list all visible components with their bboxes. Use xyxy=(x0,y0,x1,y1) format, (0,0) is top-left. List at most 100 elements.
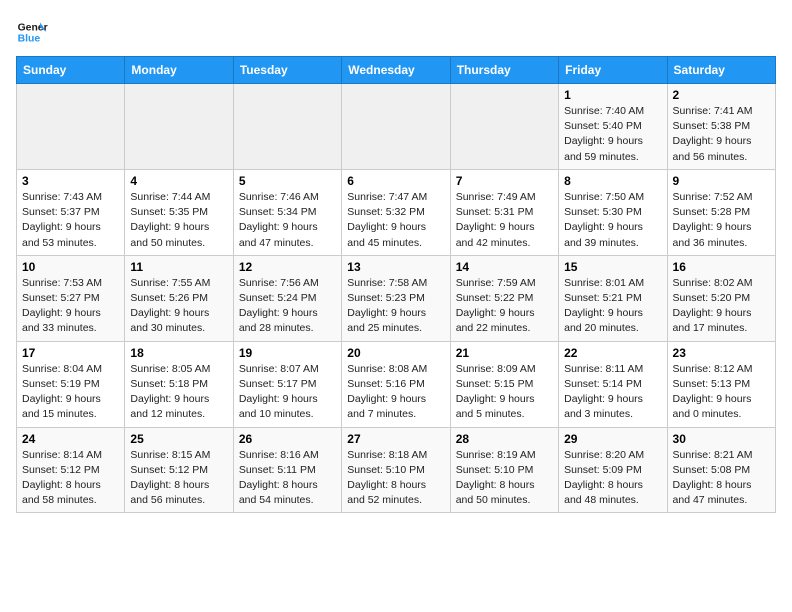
day-number: 8 xyxy=(564,174,661,188)
day-info: Sunrise: 7:59 AMSunset: 5:22 PMDaylight:… xyxy=(456,276,553,337)
day-info: Sunrise: 8:12 AMSunset: 5:13 PMDaylight:… xyxy=(673,362,770,423)
week-row-4: 24 Sunrise: 8:14 AMSunset: 5:12 PMDayligh… xyxy=(17,427,776,513)
day-cell: 14 Sunrise: 7:59 AMSunset: 5:22 PMDayligh… xyxy=(450,255,558,341)
day-cell: 22 Sunrise: 8:11 AMSunset: 5:14 PMDayligh… xyxy=(559,341,667,427)
day-cell xyxy=(342,84,450,170)
day-cell: 26 Sunrise: 8:16 AMSunset: 5:11 PMDayligh… xyxy=(233,427,341,513)
day-info: Sunrise: 7:41 AMSunset: 5:38 PMDaylight:… xyxy=(673,104,770,165)
day-info: Sunrise: 8:02 AMSunset: 5:20 PMDaylight:… xyxy=(673,276,770,337)
day-cell xyxy=(450,84,558,170)
col-header-thursday: Thursday xyxy=(450,57,558,84)
day-info: Sunrise: 8:08 AMSunset: 5:16 PMDaylight:… xyxy=(347,362,444,423)
day-cell: 8 Sunrise: 7:50 AMSunset: 5:30 PMDaylight… xyxy=(559,169,667,255)
page-header: General Blue xyxy=(16,16,776,48)
day-info: Sunrise: 8:01 AMSunset: 5:21 PMDaylight:… xyxy=(564,276,661,337)
day-cell: 2Sunrise: 7:41 AMSunset: 5:38 PMDaylight… xyxy=(667,84,775,170)
day-info: Sunrise: 8:18 AMSunset: 5:10 PMDaylight:… xyxy=(347,448,444,509)
day-info: Sunrise: 8:09 AMSunset: 5:15 PMDaylight:… xyxy=(456,362,553,423)
logo: General Blue xyxy=(16,16,48,48)
day-info: Sunrise: 7:40 AMSunset: 5:40 PMDaylight:… xyxy=(564,104,661,165)
day-cell xyxy=(17,84,125,170)
day-info: Sunrise: 8:14 AMSunset: 5:12 PMDaylight:… xyxy=(22,448,119,509)
day-number: 18 xyxy=(130,346,227,360)
day-cell: 5 Sunrise: 7:46 AMSunset: 5:34 PMDaylight… xyxy=(233,169,341,255)
day-number: 13 xyxy=(347,260,444,274)
day-number: 16 xyxy=(673,260,770,274)
day-info: Sunrise: 8:19 AMSunset: 5:10 PMDaylight:… xyxy=(456,448,553,509)
day-cell: 10Sunrise: 7:53 AMSunset: 5:27 PMDayligh… xyxy=(17,255,125,341)
day-number: 30 xyxy=(673,432,770,446)
day-cell: 6Sunrise: 7:47 AMSunset: 5:32 PMDaylight… xyxy=(342,169,450,255)
day-cell: 21Sunrise: 8:09 AMSunset: 5:15 PMDayligh… xyxy=(450,341,558,427)
day-cell: 29 Sunrise: 8:20 AMSunset: 5:09 PMDayligh… xyxy=(559,427,667,513)
day-cell: 19Sunrise: 8:07 AMSunset: 5:17 PMDayligh… xyxy=(233,341,341,427)
day-info: Sunrise: 7:55 AMSunset: 5:26 PMDaylight:… xyxy=(130,276,227,337)
day-info: Sunrise: 8:11 AMSunset: 5:14 PMDaylight:… xyxy=(564,362,661,423)
col-header-monday: Monday xyxy=(125,57,233,84)
day-cell: 4 Sunrise: 7:44 AMSunset: 5:35 PMDaylight… xyxy=(125,169,233,255)
logo-icon: General Blue xyxy=(16,16,48,48)
day-cell: 16 Sunrise: 8:02 AMSunset: 5:20 PMDayligh… xyxy=(667,255,775,341)
day-number: 15 xyxy=(564,260,661,274)
day-cell: 17 Sunrise: 8:04 AMSunset: 5:19 PMDayligh… xyxy=(17,341,125,427)
day-number: 1 xyxy=(564,88,661,102)
calendar-table: SundayMondayTuesdayWednesdayThursdayFrid… xyxy=(16,56,776,513)
day-number: 28 xyxy=(456,432,553,446)
day-info: Sunrise: 8:04 AMSunset: 5:19 PMDaylight:… xyxy=(22,362,119,423)
day-info: Sunrise: 7:44 AMSunset: 5:35 PMDaylight:… xyxy=(130,190,227,251)
day-number: 24 xyxy=(22,432,119,446)
day-info: Sunrise: 7:50 AMSunset: 5:30 PMDaylight:… xyxy=(564,190,661,251)
day-number: 20 xyxy=(347,346,444,360)
day-cell: 27 Sunrise: 8:18 AMSunset: 5:10 PMDayligh… xyxy=(342,427,450,513)
day-number: 17 xyxy=(22,346,119,360)
day-cell: 23Sunrise: 8:12 AMSunset: 5:13 PMDayligh… xyxy=(667,341,775,427)
week-row-1: 3Sunrise: 7:43 AMSunset: 5:37 PMDaylight… xyxy=(17,169,776,255)
day-cell: 12 Sunrise: 7:56 AMSunset: 5:24 PMDayligh… xyxy=(233,255,341,341)
day-info: Sunrise: 8:05 AMSunset: 5:18 PMDaylight:… xyxy=(130,362,227,423)
day-number: 22 xyxy=(564,346,661,360)
day-cell: 30 Sunrise: 8:21 AMSunset: 5:08 PMDayligh… xyxy=(667,427,775,513)
col-header-sunday: Sunday xyxy=(17,57,125,84)
day-number: 27 xyxy=(347,432,444,446)
day-cell: 25 Sunrise: 8:15 AMSunset: 5:12 PMDayligh… xyxy=(125,427,233,513)
day-number: 5 xyxy=(239,174,336,188)
day-number: 12 xyxy=(239,260,336,274)
day-info: Sunrise: 8:20 AMSunset: 5:09 PMDaylight:… xyxy=(564,448,661,509)
day-cell: 7 Sunrise: 7:49 AMSunset: 5:31 PMDaylight… xyxy=(450,169,558,255)
day-info: Sunrise: 7:53 AMSunset: 5:27 PMDaylight:… xyxy=(22,276,119,337)
day-number: 26 xyxy=(239,432,336,446)
day-cell: 24 Sunrise: 8:14 AMSunset: 5:12 PMDayligh… xyxy=(17,427,125,513)
col-header-tuesday: Tuesday xyxy=(233,57,341,84)
day-cell: 9 Sunrise: 7:52 AMSunset: 5:28 PMDaylight… xyxy=(667,169,775,255)
day-cell xyxy=(125,84,233,170)
day-info: Sunrise: 7:52 AMSunset: 5:28 PMDaylight:… xyxy=(673,190,770,251)
col-header-friday: Friday xyxy=(559,57,667,84)
day-info: Sunrise: 8:16 AMSunset: 5:11 PMDaylight:… xyxy=(239,448,336,509)
week-row-0: 1 Sunrise: 7:40 AMSunset: 5:40 PMDaylight… xyxy=(17,84,776,170)
day-cell xyxy=(233,84,341,170)
day-info: Sunrise: 7:43 AMSunset: 5:37 PMDaylight:… xyxy=(22,190,119,251)
day-info: Sunrise: 7:46 AMSunset: 5:34 PMDaylight:… xyxy=(239,190,336,251)
day-cell: 28 Sunrise: 8:19 AMSunset: 5:10 PMDayligh… xyxy=(450,427,558,513)
day-cell: 11Sunrise: 7:55 AMSunset: 5:26 PMDayligh… xyxy=(125,255,233,341)
day-info: Sunrise: 7:56 AMSunset: 5:24 PMDaylight:… xyxy=(239,276,336,337)
day-number: 9 xyxy=(673,174,770,188)
week-row-3: 17 Sunrise: 8:04 AMSunset: 5:19 PMDayligh… xyxy=(17,341,776,427)
day-cell: 15 Sunrise: 8:01 AMSunset: 5:21 PMDayligh… xyxy=(559,255,667,341)
day-info: Sunrise: 8:21 AMSunset: 5:08 PMDaylight:… xyxy=(673,448,770,509)
day-number: 7 xyxy=(456,174,553,188)
day-number: 14 xyxy=(456,260,553,274)
day-number: 29 xyxy=(564,432,661,446)
day-number: 25 xyxy=(130,432,227,446)
col-header-saturday: Saturday xyxy=(667,57,775,84)
day-cell: 20 Sunrise: 8:08 AMSunset: 5:16 PMDayligh… xyxy=(342,341,450,427)
day-number: 4 xyxy=(130,174,227,188)
day-number: 19 xyxy=(239,346,336,360)
day-number: 6 xyxy=(347,174,444,188)
day-cell: 13Sunrise: 7:58 AMSunset: 5:23 PMDayligh… xyxy=(342,255,450,341)
day-info: Sunrise: 7:49 AMSunset: 5:31 PMDaylight:… xyxy=(456,190,553,251)
day-cell: 1 Sunrise: 7:40 AMSunset: 5:40 PMDaylight… xyxy=(559,84,667,170)
day-cell: 3Sunrise: 7:43 AMSunset: 5:37 PMDaylight… xyxy=(17,169,125,255)
day-info: Sunrise: 8:15 AMSunset: 5:12 PMDaylight:… xyxy=(130,448,227,509)
col-header-wednesday: Wednesday xyxy=(342,57,450,84)
